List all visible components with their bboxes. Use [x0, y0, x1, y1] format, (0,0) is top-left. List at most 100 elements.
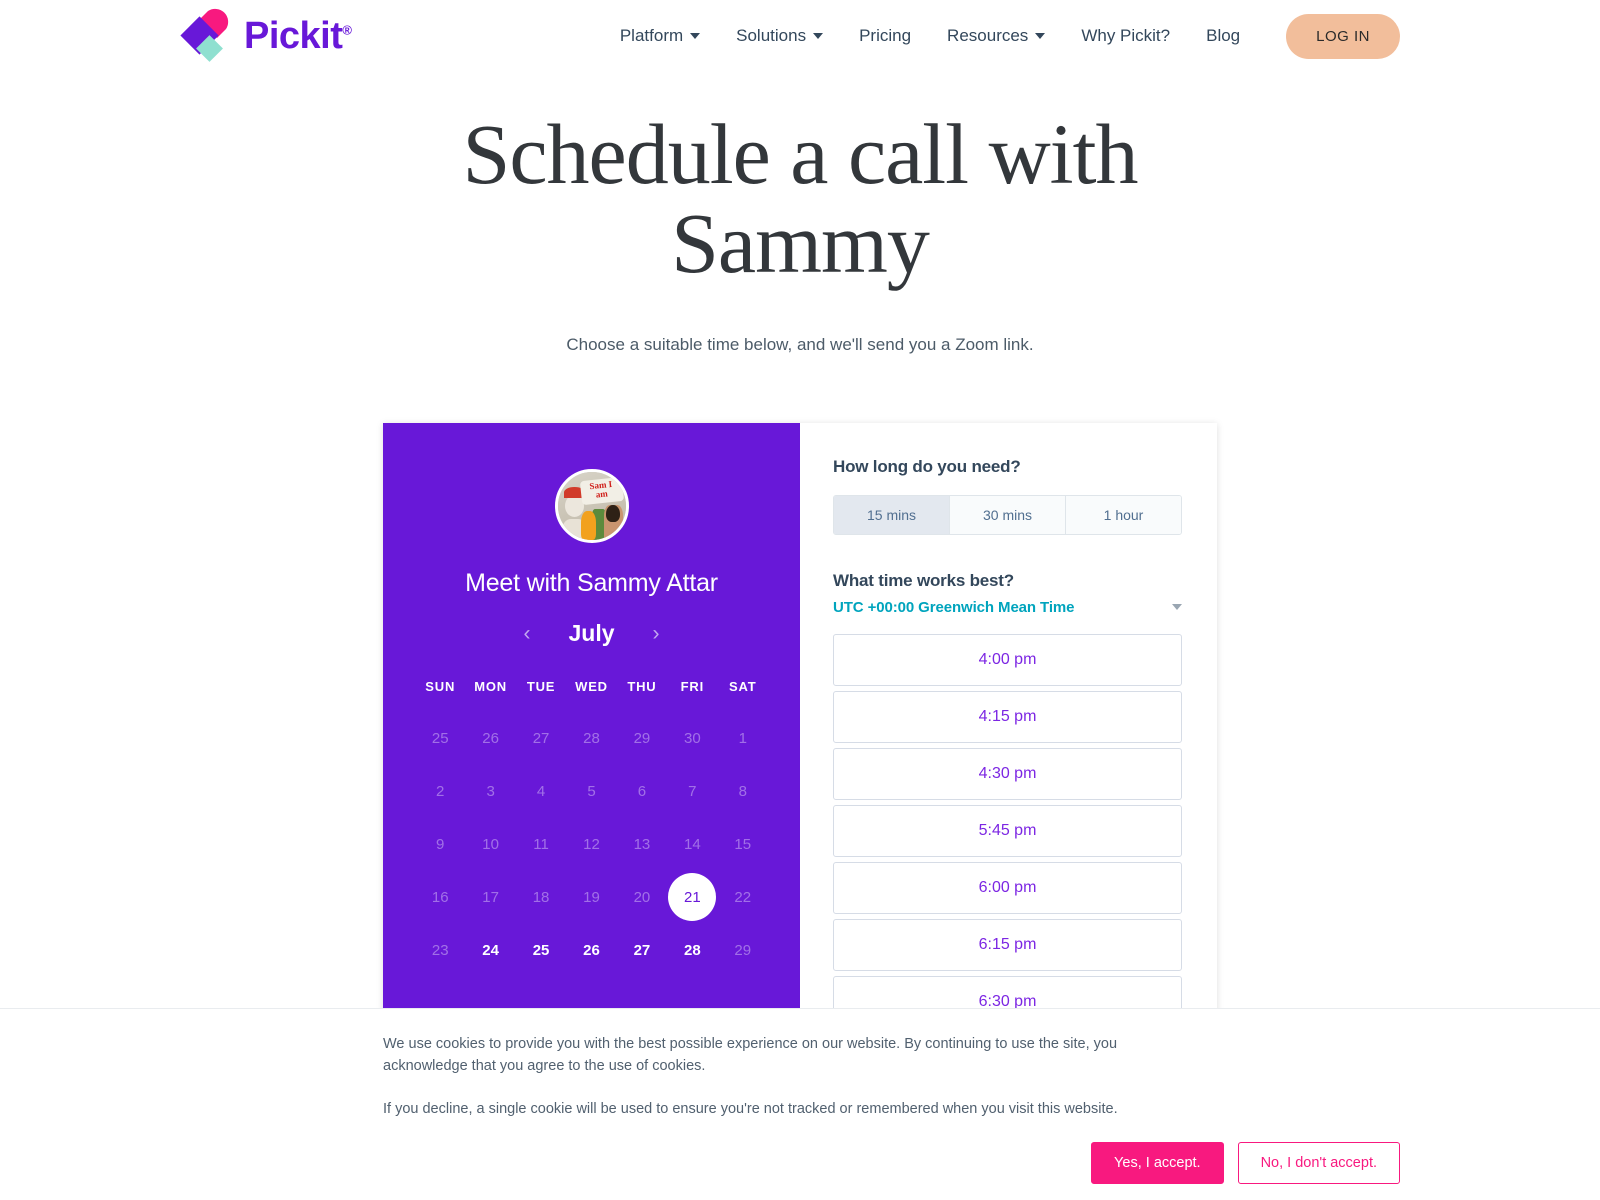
day-header-tue: TUE [526, 678, 556, 694]
time-slot-button[interactable]: 6:00 pm [833, 861, 1182, 914]
time-question-label: What time works best? [833, 570, 1014, 590]
calendar-day: 25 [431, 729, 449, 747]
pickit-wordmark: Pickit [244, 15, 343, 57]
nav-item-platform[interactable]: Platform [602, 18, 718, 54]
calendar-day: 27 [532, 729, 550, 747]
day-header-sun: SUN [425, 678, 456, 694]
time-slot-button[interactable]: 4:00 pm [833, 633, 1182, 686]
pickit-logo-text: Pickit® [244, 15, 352, 57]
calendar-day: 26 [482, 729, 499, 747]
chevron-down-icon [690, 33, 701, 39]
chevron-down-icon [1035, 33, 1046, 39]
page-title: Schedule a call with Sammy [462, 106, 1139, 292]
nav-label-blog: Blog [1206, 26, 1241, 45]
calendar-day: 23 [431, 941, 449, 959]
duration-toggle-group: 15 mins 30 mins 1 hour [833, 494, 1182, 535]
nav-item-solutions[interactable]: Solutions [718, 18, 841, 54]
avatar: Sam I am [554, 468, 629, 543]
timezone-select[interactable]: UTC +00:00 Greenwich Mean Time [833, 599, 1182, 616]
calendar-day: 29 [734, 941, 752, 959]
chevron-left-icon[interactable]: ‹ [523, 623, 530, 644]
calendar-day: 8 [738, 782, 747, 800]
calendar-panel: Sam I am Meet with Sammy Attar ‹ July › … [383, 422, 800, 1047]
day-header-thu: THU [627, 678, 657, 694]
calendar-day-available[interactable]: 24 [465, 924, 515, 977]
booking-panel: How long do you need? 15 mins 30 mins 1 … [800, 423, 1217, 1047]
calendar-day: 15 [734, 835, 752, 853]
calendar-day-available[interactable]: 27 [617, 924, 667, 977]
calendar-day: 30 [684, 729, 701, 747]
meeting-host-title: Meet with Sammy Attar [465, 568, 718, 597]
calendar-day-available[interactable]: 25 [516, 924, 566, 977]
site-header: Pickit® Platform Solutions Pricing Resou… [0, 0, 1600, 72]
calendar-day: 13 [633, 835, 651, 853]
duration-question-label: How long do you need? [833, 456, 1021, 476]
calendar-day: 10 [482, 835, 499, 853]
calendar-grid: SUN MON TUE WED THU FRI SAT 25 26 27 28 … [415, 679, 768, 977]
calendar-day: 1 [738, 729, 747, 747]
cookie-paragraph-2: If you decline, a single cookie will be … [383, 1100, 1118, 1117]
current-month-label: July [568, 619, 615, 646]
calendar-day: 18 [532, 888, 550, 906]
day-header-wed: WED [575, 678, 608, 694]
calendar-day: 6 [637, 782, 647, 800]
calendar-day: 14 [684, 835, 701, 853]
nav-label-pricing: Pricing [859, 26, 912, 45]
chevron-down-icon [1172, 604, 1182, 611]
calendar-day-available[interactable]: 26 [566, 924, 616, 977]
nav-label-solutions: Solutions [736, 26, 807, 45]
cookie-banner: We use cookies to provide you with the b… [0, 1008, 1600, 1200]
calendar-day: 16 [431, 888, 449, 906]
month-navigation: ‹ July › [415, 620, 768, 647]
nav-item-why-pickit[interactable]: Why Pickit? [1063, 18, 1188, 54]
calendar-day: 19 [583, 888, 600, 906]
pickit-logo[interactable]: Pickit® [178, 8, 352, 64]
chevron-right-icon[interactable]: › [653, 623, 660, 644]
duration-option-15-mins[interactable]: 15 mins [834, 495, 950, 534]
day-header-fri: FRI [680, 678, 705, 694]
page-subtitle: Choose a suitable time below, and we'll … [566, 334, 1034, 354]
calendar-day: 28 [583, 729, 600, 747]
calendar-day-selected[interactable]: 21 [667, 871, 717, 924]
cookie-accept-button[interactable]: Yes, I accept. [1091, 1142, 1224, 1185]
nav-label-resources: Resources [947, 26, 1029, 45]
calendar-day: 2 [436, 782, 445, 800]
calendar-day: 3 [486, 782, 495, 800]
time-slot-button[interactable]: 6:15 pm [833, 918, 1182, 971]
time-slot-button[interactable]: 5:45 pm [833, 804, 1182, 857]
calendar-day: 29 [633, 729, 651, 747]
login-button[interactable]: LOG IN [1286, 13, 1400, 59]
cookie-actions: Yes, I accept. No, I don't accept. [383, 1142, 1400, 1185]
nav-item-resources[interactable]: Resources [929, 18, 1063, 54]
nav-label-platform: Platform [619, 26, 684, 45]
calendar-day-selected-label: 21 [668, 873, 717, 922]
time-slot-list: 4:00 pm 4:15 pm 4:30 pm 5:45 pm 6:00 pm … [833, 633, 1182, 1047]
calendar-day: 5 [587, 782, 596, 800]
avatar-sign-text: Sam I am [589, 478, 613, 500]
chevron-down-icon [813, 33, 824, 39]
nav-item-pricing[interactable]: Pricing [841, 18, 929, 54]
registered-mark: ® [342, 22, 352, 38]
scheduler-widget: Sam I am Meet with Sammy Attar ‹ July › … [383, 422, 1217, 1047]
calendar-day: 9 [436, 835, 445, 853]
timezone-value: UTC +00:00 Greenwich Mean Time [833, 598, 1075, 616]
time-slot-button[interactable]: 4:15 pm [833, 690, 1182, 743]
hero-section: Schedule a call with Sammy Choose a suit… [0, 72, 1600, 355]
nav-label-why-pickit: Why Pickit? [1081, 26, 1171, 45]
cookie-decline-button[interactable]: No, I don't accept. [1237, 1142, 1400, 1185]
calendar-day: 11 [533, 835, 549, 853]
time-slot-button[interactable]: 4:30 pm [833, 747, 1182, 800]
duration-option-30-mins[interactable]: 30 mins [950, 495, 1066, 534]
pickit-logo-mark [178, 8, 234, 64]
day-header-sat: SAT [729, 678, 757, 694]
calendar-day: 20 [633, 888, 651, 906]
nav-item-blog[interactable]: Blog [1188, 18, 1258, 54]
cookie-paragraph-1: We use cookies to provide you with the b… [383, 1036, 1118, 1075]
calendar-day-available[interactable]: 28 [667, 924, 717, 977]
calendar-day: 7 [688, 782, 697, 800]
main-navigation: Platform Solutions Pricing Resources Why… [602, 13, 1400, 59]
day-header-mon: MON [474, 678, 507, 694]
calendar-day: 12 [583, 835, 600, 853]
duration-option-1-hour[interactable]: 1 hour [1066, 495, 1181, 534]
calendar-day: 22 [734, 888, 752, 906]
